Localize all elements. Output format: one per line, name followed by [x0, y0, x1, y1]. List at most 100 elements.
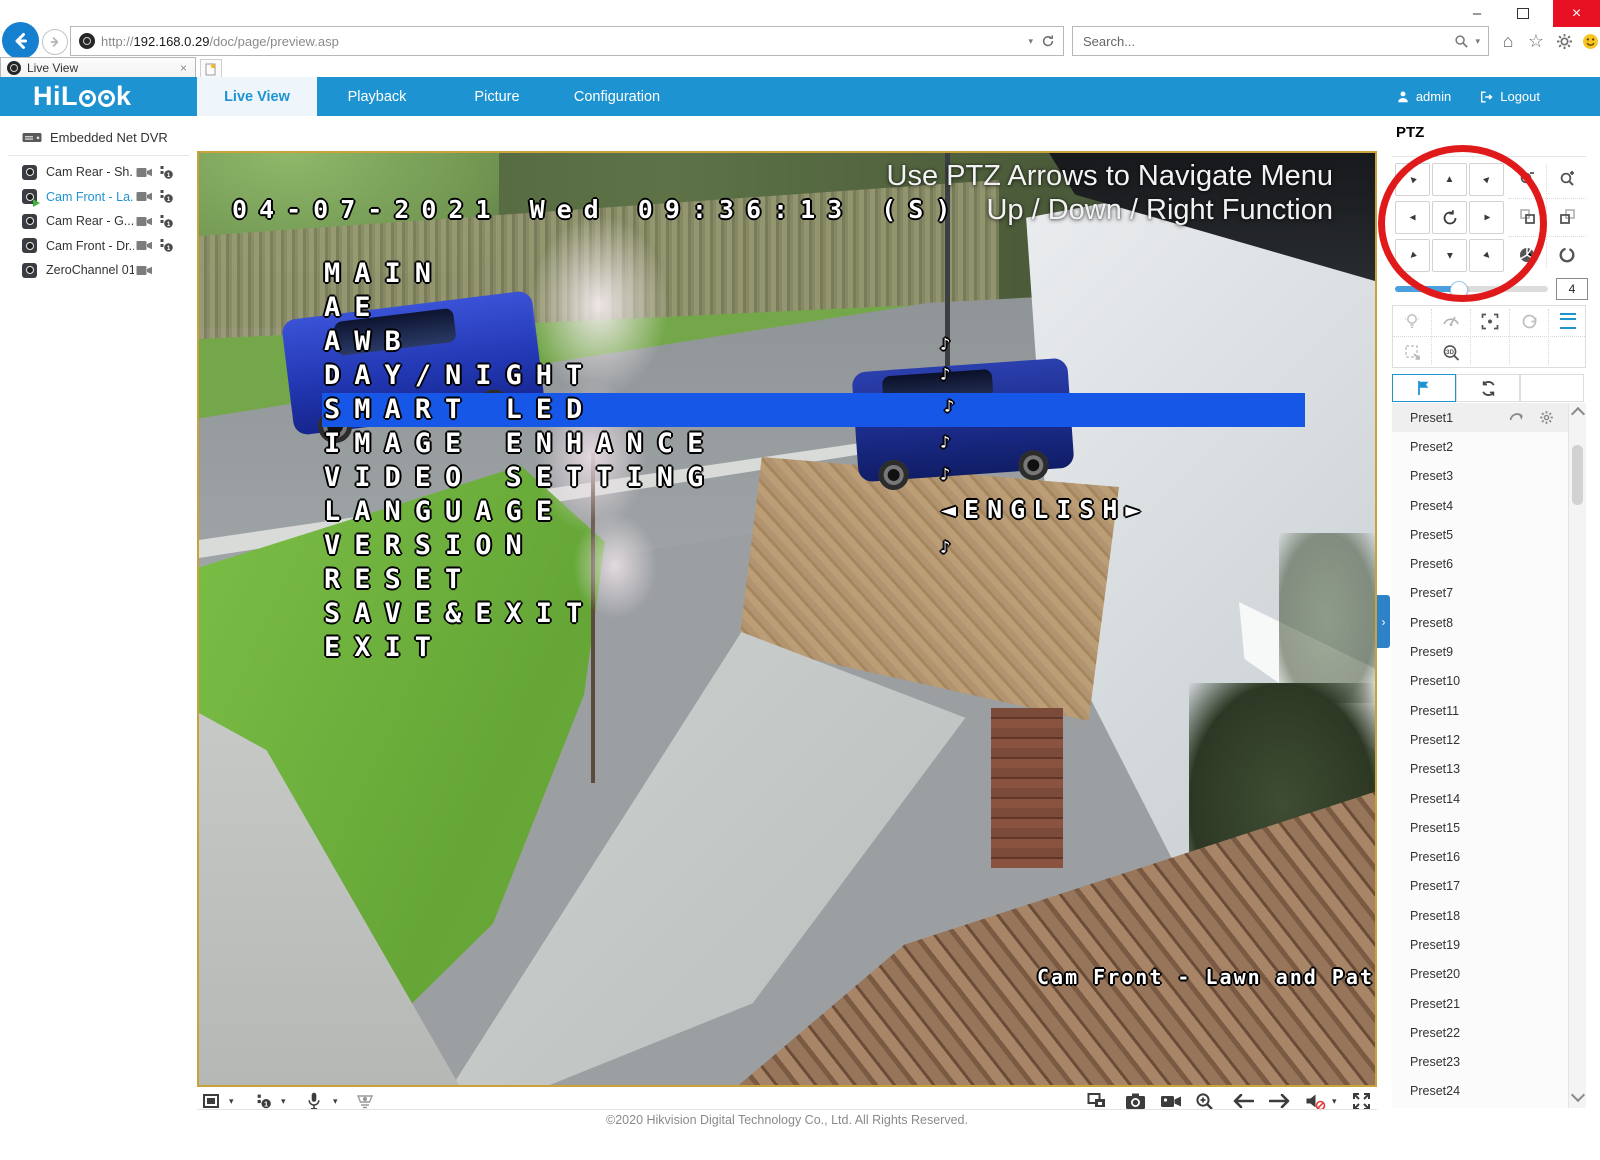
- ptz-down-right-button[interactable]: ▲: [1469, 239, 1504, 272]
- live-video-viewport[interactable]: 04-07-2021 Wed 09:36:13 (S) Use PTZ Arro…: [197, 151, 1377, 1087]
- user-menu[interactable]: admin: [1396, 89, 1451, 104]
- new-tab-button[interactable]: [200, 59, 222, 79]
- osd-menu-item: IMAGE ENHANCE: [322, 427, 1305, 461]
- channel-item[interactable]: Cam Rear - G... 1: [0, 209, 197, 234]
- ptz-up-left-button[interactable]: ▲: [1395, 163, 1430, 196]
- preset-item[interactable]: Preset20: [1392, 960, 1568, 989]
- channel-item[interactable]: ZeroChannel 01 1: [0, 258, 197, 283]
- nav-tab-live-view[interactable]: Live View: [197, 77, 317, 116]
- preset-item[interactable]: Preset17: [1392, 872, 1568, 901]
- preset-item[interactable]: Preset8: [1392, 608, 1568, 637]
- preset-item[interactable]: Preset13: [1392, 755, 1568, 784]
- preset-item[interactable]: Preset18: [1392, 901, 1568, 930]
- call-preset-icon[interactable]: [1509, 410, 1525, 423]
- osd-menu-item: SMART LED: [322, 393, 1305, 427]
- preset-item[interactable]: Preset24: [1392, 1077, 1568, 1106]
- url-input[interactable]: http://192.168.0.29/doc/page/preview.asp…: [70, 26, 1064, 56]
- tab-close-icon[interactable]: ×: [180, 61, 187, 75]
- stream-select-icon[interactable]: 1: [159, 189, 174, 204]
- ptz-up-button[interactable]: ▲: [1432, 163, 1467, 196]
- manual-tracking-button[interactable]: [1393, 337, 1431, 367]
- home-icon[interactable]: ⌂: [1495, 28, 1521, 54]
- ptz-right-button[interactable]: ▲: [1469, 201, 1504, 234]
- logout-button[interactable]: Logout: [1479, 89, 1540, 104]
- preset-item[interactable]: Preset21: [1392, 989, 1568, 1018]
- browser-tab-live-view[interactable]: Live View ×: [0, 57, 196, 77]
- preset-item[interactable]: Preset10: [1392, 667, 1568, 696]
- browser-back-button[interactable]: [2, 22, 39, 59]
- preset-item[interactable]: Preset7: [1392, 579, 1568, 608]
- preset-item[interactable]: Preset4: [1392, 491, 1568, 520]
- search-input[interactable]: Search... ▾: [1072, 26, 1489, 56]
- tab-empty[interactable]: [1520, 374, 1584, 402]
- ptz-dotted-divider: [1508, 198, 1586, 199]
- stream-select-icon[interactable]: 1: [159, 238, 174, 253]
- light-button[interactable]: [1393, 306, 1431, 336]
- iris-close-button[interactable]: [1508, 239, 1546, 270]
- preset-item[interactable]: Preset22: [1392, 1018, 1568, 1047]
- stream-select-icon[interactable]: 1: [159, 165, 174, 180]
- ptz-speed-value[interactable]: 4: [1556, 278, 1588, 300]
- ptz-speed-slider[interactable]: [1395, 286, 1548, 292]
- preset-item[interactable]: Preset2: [1392, 432, 1568, 461]
- nav-tab-label: Configuration: [574, 89, 660, 105]
- ptz-auto-scan-button[interactable]: [1432, 201, 1467, 234]
- preset-settings-gear-icon[interactable]: [1539, 410, 1554, 425]
- start-recording-icon[interactable]: [136, 215, 153, 228]
- zoom-out-button[interactable]: [1508, 163, 1546, 194]
- preset-item[interactable]: Preset11: [1392, 696, 1568, 725]
- smiley-feedback-icon[interactable]: [1577, 28, 1600, 54]
- channel-item[interactable]: Cam Rear - Sh... 1: [0, 160, 197, 185]
- url-dropdown-caret-icon[interactable]: ▾: [1028, 36, 1033, 47]
- channel-item[interactable]: Cam Front - La... 1: [0, 185, 197, 210]
- preset-scrollbar[interactable]: [1568, 403, 1586, 1108]
- focus-near-button[interactable]: [1508, 201, 1546, 232]
- refresh-icon[interactable]: [1041, 34, 1055, 48]
- stream-select-icon[interactable]: 1: [159, 214, 174, 229]
- iris-open-button[interactable]: [1548, 239, 1586, 270]
- preset-item[interactable]: Preset1: [1392, 403, 1568, 432]
- ptz-down-left-button[interactable]: ▲: [1395, 239, 1430, 272]
- preset-item[interactable]: Preset12: [1392, 725, 1568, 754]
- preset-item[interactable]: Preset23: [1392, 1048, 1568, 1077]
- menu-button[interactable]: [1549, 306, 1587, 336]
- tab-presets[interactable]: [1392, 374, 1456, 402]
- preset-item[interactable]: Preset19: [1392, 930, 1568, 959]
- scroll-up-icon[interactable]: [1570, 407, 1584, 421]
- channel-item[interactable]: Cam Front - Dr... 1: [0, 234, 197, 259]
- preset-item[interactable]: Preset3: [1392, 462, 1568, 491]
- panel-collapse-handle[interactable]: ›: [1377, 595, 1390, 648]
- settings-gear-icon[interactable]: [1551, 28, 1577, 54]
- start-recording-icon[interactable]: [136, 166, 153, 179]
- search-dropdown-caret-icon[interactable]: ▾: [1475, 36, 1480, 47]
- start-recording-icon[interactable]: [136, 239, 153, 252]
- wiper-button[interactable]: [1432, 306, 1470, 336]
- preset-item[interactable]: Preset6: [1392, 549, 1568, 578]
- ptz-down-button[interactable]: ▲: [1432, 239, 1467, 272]
- slider-thumb[interactable]: [1450, 281, 1468, 299]
- nav-tab-configuration[interactable]: Configuration: [557, 77, 677, 116]
- start-recording-icon[interactable]: [136, 264, 153, 277]
- device-root[interactable]: Embedded Net DVR: [0, 116, 197, 153]
- start-recording-icon[interactable]: [136, 190, 153, 203]
- scrollbar-thumb[interactable]: [1572, 445, 1583, 505]
- nav-tab-playback[interactable]: Playback: [317, 77, 437, 116]
- browser-forward-button[interactable]: [42, 29, 68, 55]
- nav-tab-picture[interactable]: Picture: [437, 77, 557, 116]
- zoom-3d-button[interactable]: 3D: [1432, 337, 1470, 367]
- focus-far-button[interactable]: [1548, 201, 1586, 232]
- favorites-star-icon[interactable]: ☆: [1523, 28, 1549, 54]
- auxiliary-focus-button[interactable]: [1471, 306, 1509, 336]
- lens-initialize-button[interactable]: [1510, 306, 1548, 336]
- preset-item[interactable]: Preset16: [1392, 842, 1568, 871]
- ptz-up-right-button[interactable]: ▲: [1469, 163, 1504, 196]
- zoom-in-button[interactable]: [1548, 163, 1586, 194]
- preset-item[interactable]: Preset9: [1392, 637, 1568, 666]
- ptz-left-button[interactable]: ▲: [1395, 201, 1430, 234]
- preset-item[interactable]: Preset14: [1392, 784, 1568, 813]
- preset-item[interactable]: Preset5: [1392, 520, 1568, 549]
- search-icon[interactable]: [1454, 34, 1469, 49]
- scroll-down-icon[interactable]: [1571, 1088, 1585, 1102]
- tab-patrol[interactable]: [1456, 374, 1520, 402]
- preset-item[interactable]: Preset15: [1392, 813, 1568, 842]
